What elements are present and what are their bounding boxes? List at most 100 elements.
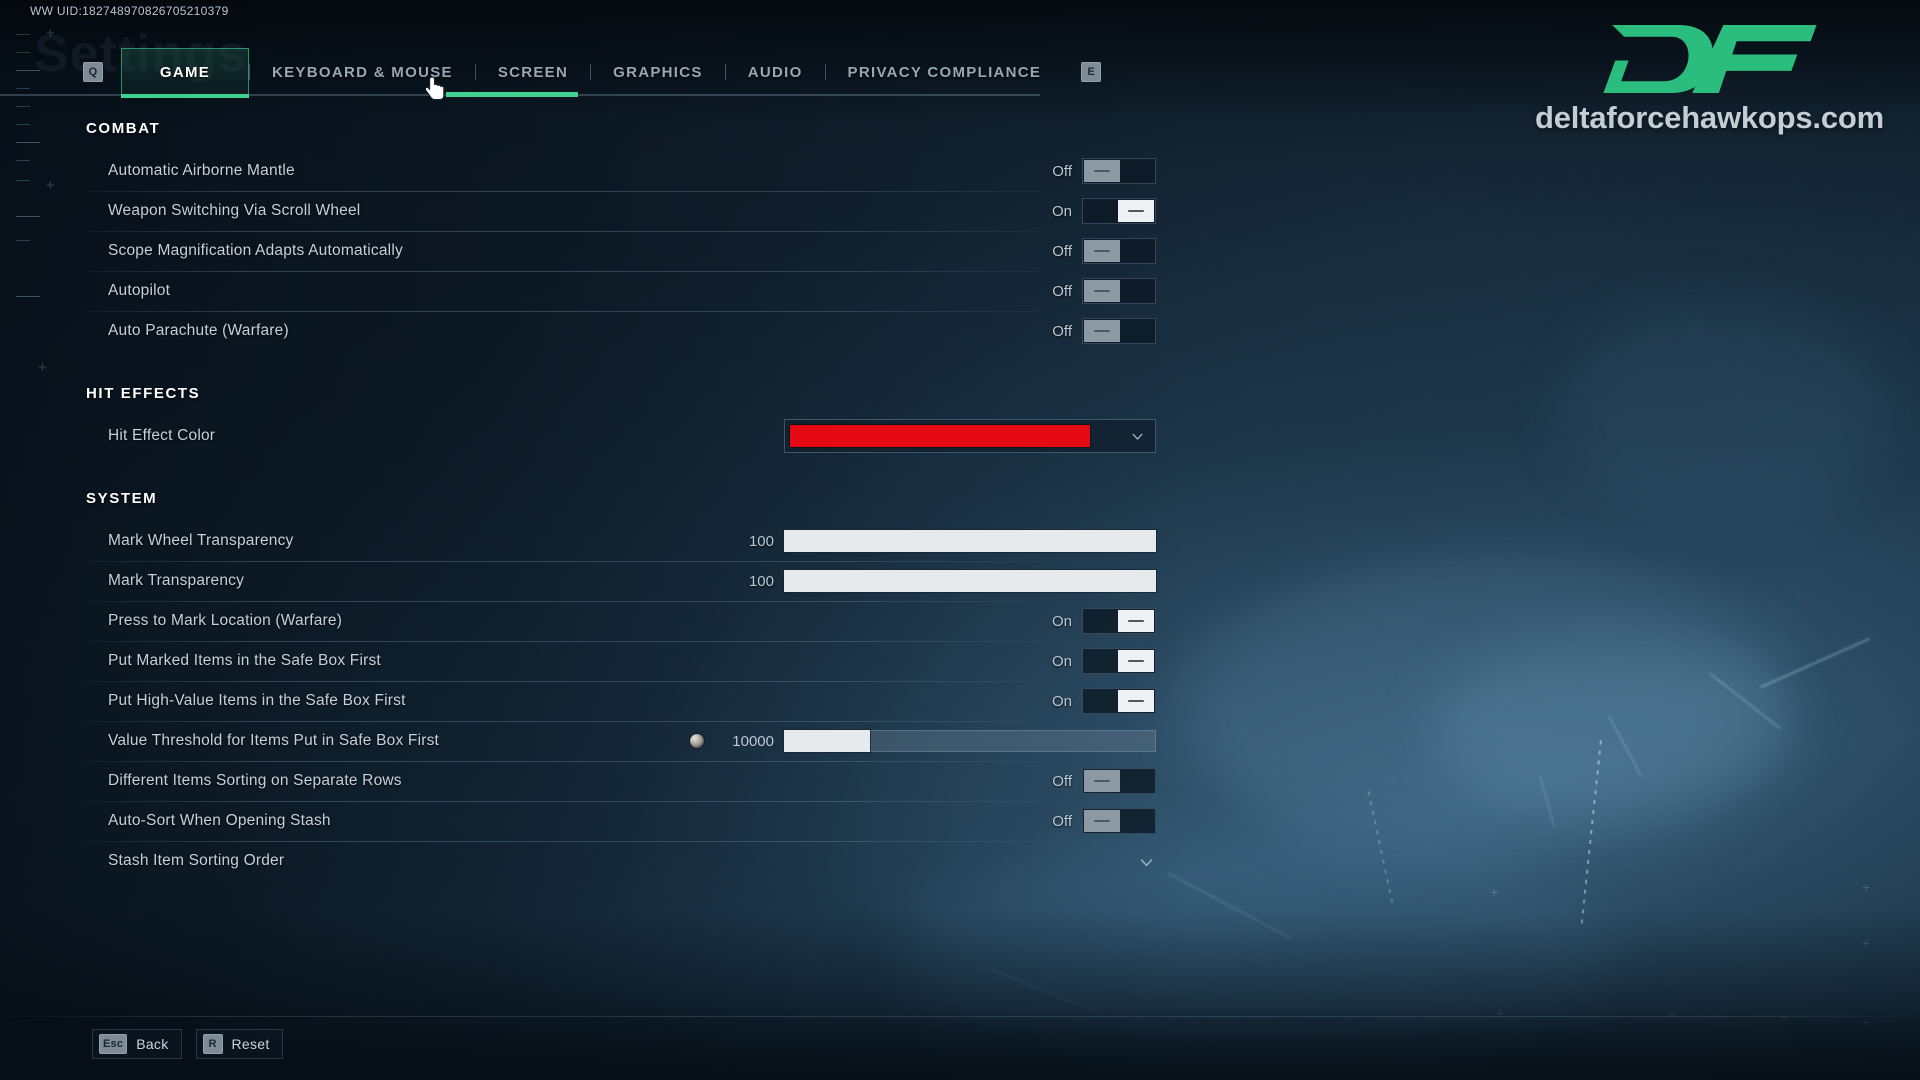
settings-row-control [784, 416, 1156, 456]
settings-row[interactable]: Press to Mark Location (Warfare) On [86, 601, 1156, 641]
hint-button-back[interactable]: Esc Back [92, 1029, 182, 1059]
toggle-switch[interactable] [1082, 808, 1156, 834]
dropdown-expand-button[interactable] [1128, 847, 1156, 875]
settings-row[interactable]: Auto Parachute (Warfare) Off [86, 311, 1156, 351]
settings-row[interactable]: Auto-Sort When Opening Stash Off [86, 801, 1156, 841]
toggle-knob [1084, 280, 1120, 302]
settings-row-control: Off [1038, 271, 1156, 311]
toggle-switch[interactable] [1082, 158, 1156, 184]
toggle-knob [1084, 320, 1120, 342]
toggle-switch[interactable] [1082, 688, 1156, 714]
settings-row[interactable]: Automatic Airborne Mantle Off [86, 151, 1156, 191]
settings-row-label: Mark Transparency [108, 572, 245, 589]
slider-track[interactable] [784, 570, 1156, 592]
settings-row[interactable]: Put Marked Items in the Safe Box First On [86, 641, 1156, 681]
settings-row[interactable]: Weapon Switching Via Scroll Wheel On [86, 191, 1156, 231]
settings-row-label: Stash Item Sorting Order [108, 852, 285, 869]
tabbar-hover-indicator [446, 92, 578, 97]
settings-row-value: Off [1052, 242, 1072, 260]
settings-row-value: 100 [748, 532, 774, 550]
settings-row-label: Scope Magnification Adapts Automatically [108, 242, 403, 259]
mouse-cursor-pointer [426, 76, 445, 101]
slider-fill [784, 730, 870, 752]
toggle-switch[interactable] [1082, 198, 1156, 224]
slider-track[interactable] [784, 730, 1156, 752]
settings-row[interactable]: Hit Effect Color [86, 416, 1156, 456]
settings-section: COMBAT Automatic Airborne Mantle Off Weapon… [0, 120, 1200, 351]
settings-row[interactable]: Scope Magnification Adapts Automatically… [86, 231, 1156, 271]
settings-row-value: 10000 [732, 732, 774, 750]
toggle-knob [1118, 650, 1154, 672]
settings-row-control [1128, 841, 1156, 881]
settings-row-label: Auto Parachute (Warfare) [108, 322, 289, 339]
slider-fill [784, 570, 1156, 592]
settings-row[interactable]: Value Threshold for Items Put in Safe Bo… [86, 721, 1156, 761]
toggle-knob [1084, 770, 1120, 792]
color-swatch [790, 425, 1090, 447]
toggle-switch[interactable] [1082, 648, 1156, 674]
settings-row-control: 10000 [690, 721, 1156, 761]
section-title: SYSTEM [86, 490, 158, 507]
tab-next-key-hint[interactable]: E [1081, 62, 1102, 82]
slider-track[interactable] [784, 530, 1156, 552]
bottom-hint-bar: Esc Back R Reset [0, 1008, 1920, 1080]
tab-screen[interactable]: SCREEN [476, 48, 590, 96]
hint-button-reset[interactable]: R Reset [195, 1029, 283, 1059]
settings-row-label: Value Threshold for Items Put in Safe Bo… [108, 732, 440, 749]
settings-row[interactable]: Different Items Sorting on Separate Rows… [86, 761, 1156, 801]
settings-row[interactable]: Put High-Value Items in the Safe Box Fir… [86, 681, 1156, 721]
settings-row-label: Put Marked Items in the Safe Box First [108, 652, 381, 669]
settings-section: HIT EFFECTS Hit Effect Color [0, 385, 1200, 456]
chevron-down-icon [1138, 854, 1153, 868]
settings-tabbar: Q GAME KEYBOARD & MOUSE SCREEN GRAPHICS AUDI… [0, 48, 1160, 98]
currency-coin-icon [690, 734, 704, 748]
key-hint: Esc [99, 1034, 128, 1054]
toggle-switch[interactable] [1082, 608, 1156, 634]
toggle-switch[interactable] [1082, 318, 1156, 344]
settings-row-value: On [1051, 612, 1072, 630]
tab-graphics[interactable]: GRAPHICS [591, 48, 725, 96]
settings-row[interactable]: Stash Item Sorting Order [86, 841, 1156, 881]
color-picker-dropdown[interactable] [784, 419, 1156, 453]
settings-row[interactable]: Mark Transparency 100 [86, 561, 1156, 601]
hint-label: Reset [231, 1036, 270, 1052]
section-title: COMBAT [86, 120, 161, 137]
settings-row-value: Off [1052, 282, 1072, 300]
settings-row-label: Hit Effect Color [108, 427, 216, 444]
settings-row-value: Off [1052, 322, 1072, 340]
settings-row-control: On [1038, 681, 1156, 721]
settings-row-control: Off [1038, 311, 1156, 351]
settings-row-label: Mark Wheel Transparency [108, 532, 294, 549]
toggle-knob [1084, 160, 1120, 182]
tab-prev-key-hint[interactable]: Q [83, 62, 103, 82]
settings-row-value: On [1051, 692, 1072, 710]
chevron-down-icon [1130, 429, 1144, 443]
tab-game[interactable]: GAME [121, 48, 249, 98]
settings-row-value: Off [1052, 812, 1072, 830]
tab-audio[interactable]: AUDIO [726, 48, 825, 96]
settings-row-label: Automatic Airborne Mantle [108, 162, 295, 179]
toggle-knob [1084, 810, 1120, 832]
settings-row-value: On [1051, 652, 1072, 670]
settings-row-control: On [1038, 641, 1156, 681]
hint-label: Back [136, 1036, 169, 1052]
toggle-switch[interactable] [1082, 768, 1156, 794]
settings-row-control: Off [1038, 231, 1156, 271]
toggle-knob [1084, 240, 1120, 262]
settings-row-value: Off [1052, 162, 1072, 180]
settings-row-label: Auto-Sort When Opening Stash [108, 812, 331, 829]
toggle-knob [1118, 200, 1154, 222]
settings-row-label: Different Items Sorting on Separate Rows [108, 772, 402, 789]
tab-privacy-compliance[interactable]: PRIVACY COMPLIANCE [826, 48, 1064, 96]
toggle-switch[interactable] [1082, 238, 1156, 264]
settings-row[interactable]: Mark Wheel Transparency 100 [86, 521, 1156, 561]
toggle-switch[interactable] [1082, 278, 1156, 304]
settings-row[interactable]: Autopilot Off [86, 271, 1156, 311]
settings-row-label: Weapon Switching Via Scroll Wheel [108, 202, 361, 219]
section-title: HIT EFFECTS [86, 385, 201, 402]
settings-row-value: On [1051, 202, 1072, 220]
settings-row-label: Autopilot [108, 282, 171, 299]
settings-row-control: Off [1038, 801, 1156, 841]
settings-row-list: Automatic Airborne Mantle Off Weapon Switc… [86, 151, 1156, 351]
settings-tabs: GAME KEYBOARD & MOUSE SCREEN GRAPHICS AUDIO P… [121, 48, 1064, 98]
